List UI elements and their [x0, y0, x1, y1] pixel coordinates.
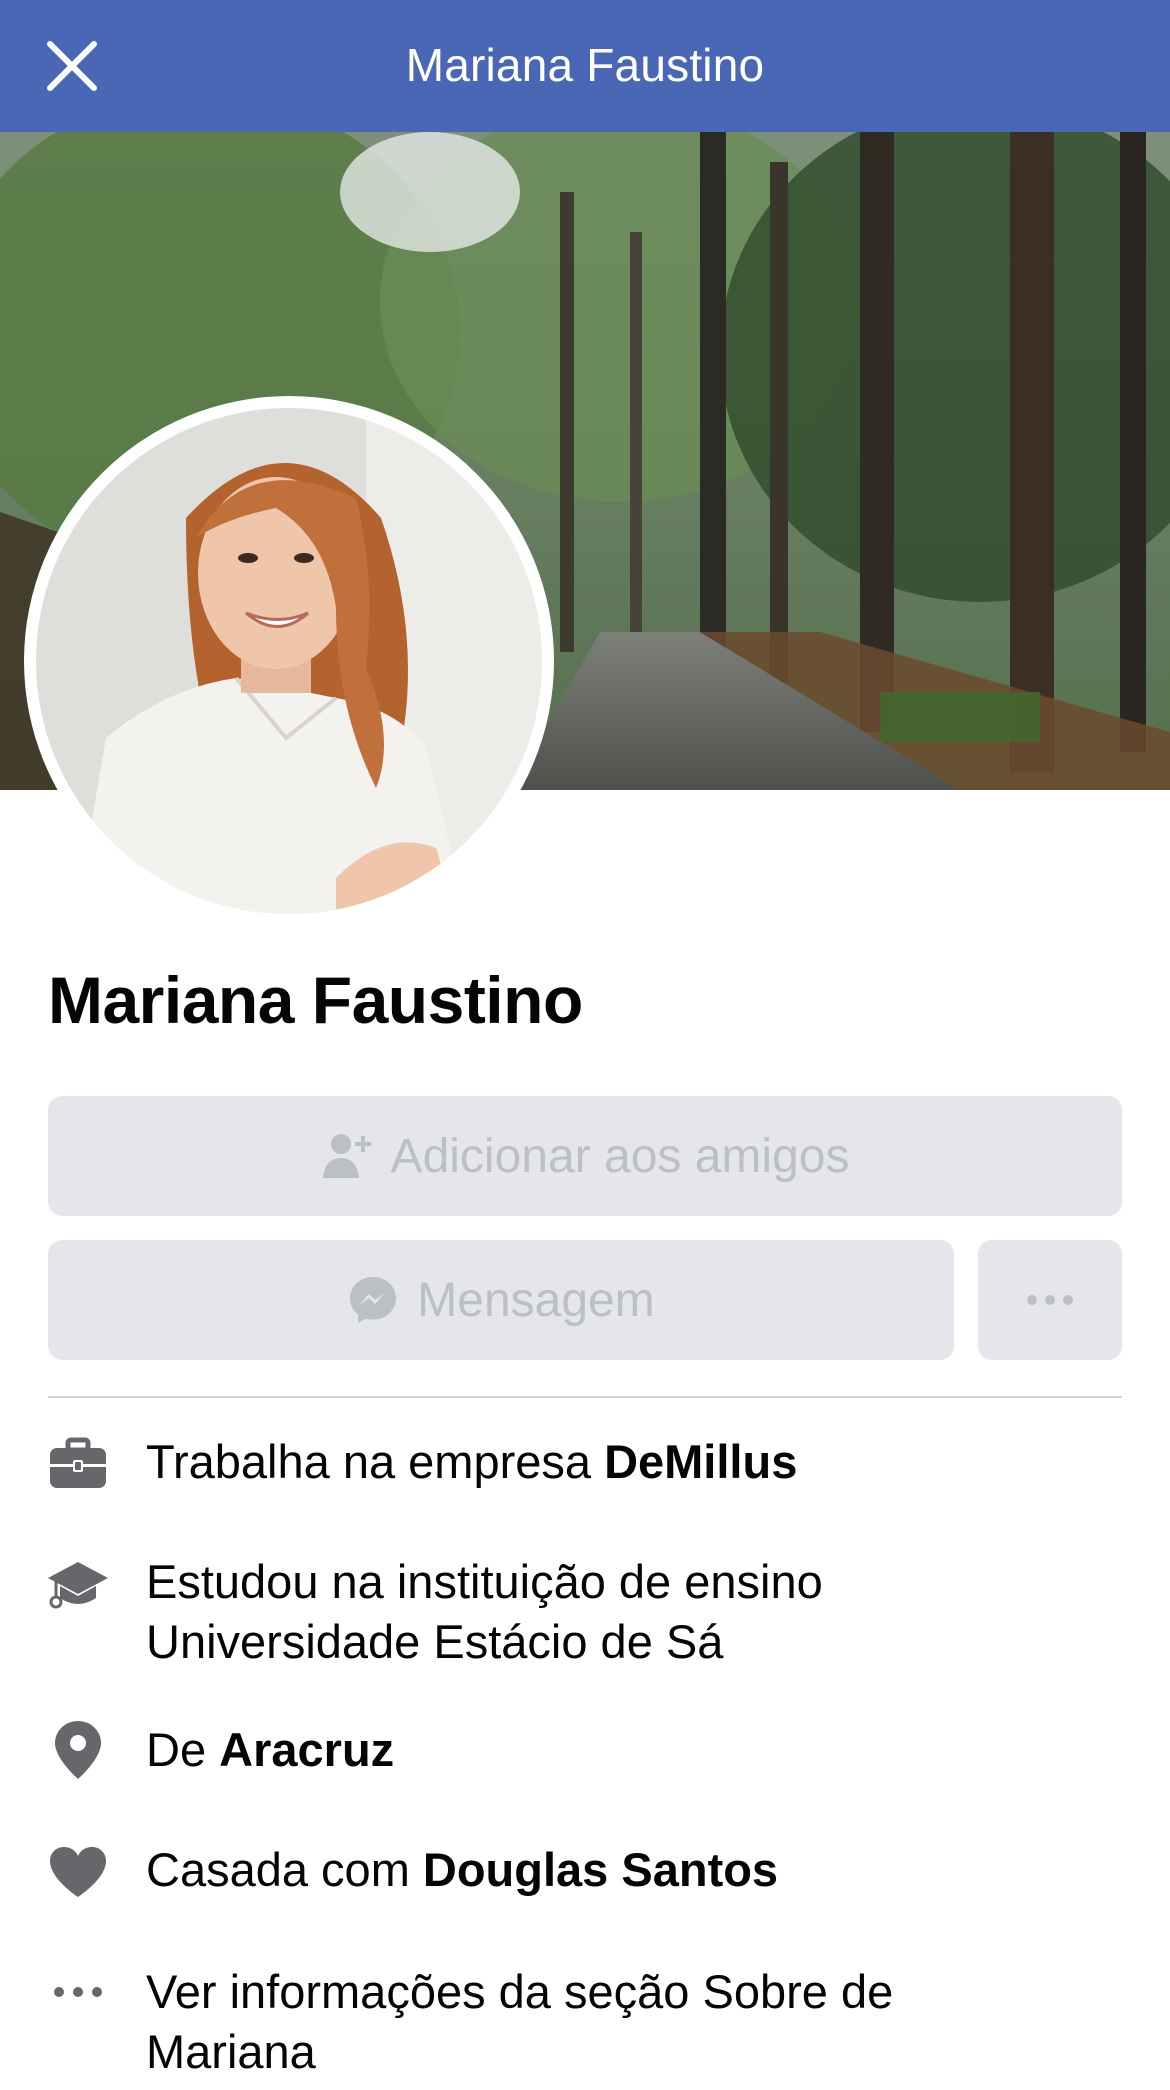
info-about-line1: Ver informações da seção Sobre de [146, 1965, 894, 2018]
info-hometown-city[interactable]: Aracruz [219, 1723, 394, 1776]
info-about-text[interactable]: Ver informações da seção Sobre de Marian… [146, 1962, 1130, 2082]
info-relationship-text: Casada com Douglas Santos [146, 1840, 1130, 1900]
add-friend-button[interactable]: Adicionar aos amigos [48, 1096, 1122, 1216]
add-friend-icon [321, 1130, 373, 1182]
info-relationship-partner[interactable]: Douglas Santos [423, 1843, 778, 1896]
messenger-icon [347, 1274, 399, 1326]
info-work-company[interactable]: DeMillus [604, 1435, 797, 1488]
profile-photo [36, 408, 542, 914]
info-education-text: Estudou na instituição de ensino Univers… [146, 1552, 1130, 1672]
info-hometown-text: De Aracruz [146, 1720, 1130, 1780]
location-pin-icon [46, 1718, 110, 1782]
more-dots-icon [46, 1960, 110, 2024]
info-relationship-prefix: Casada com [146, 1843, 423, 1896]
graduation-cap-icon [46, 1554, 110, 1618]
profile-photo-image [36, 408, 542, 914]
header-title: Mariana Faustino [405, 39, 765, 91]
section-divider [48, 1396, 1122, 1398]
add-friend-label: Adicionar aos amigos [390, 1129, 850, 1183]
info-work-text: Trabalha na empresa DeMillus [146, 1432, 1130, 1492]
info-work-prefix: Trabalha na empresa [146, 1435, 605, 1488]
info-about-line2: Mariana [146, 2025, 316, 2078]
briefcase-icon [46, 1432, 110, 1496]
message-button[interactable]: Mensagem [48, 1240, 954, 1360]
info-education-line1: Estudou na instituição de ensino [146, 1555, 823, 1608]
profile-name: Mariana Faustino [48, 963, 583, 1037]
more-options-button[interactable] [978, 1240, 1122, 1360]
header-bar: Mariana Faustino [0, 0, 1170, 132]
profile-avatar[interactable] [24, 396, 554, 926]
info-education-line2[interactable]: Universidade Estácio de Sá [146, 1612, 1130, 1672]
more-icon [1027, 1295, 1073, 1305]
info-hometown-prefix: De [146, 1723, 220, 1776]
message-label: Mensagem [417, 1273, 655, 1327]
heart-icon [46, 1840, 110, 1904]
